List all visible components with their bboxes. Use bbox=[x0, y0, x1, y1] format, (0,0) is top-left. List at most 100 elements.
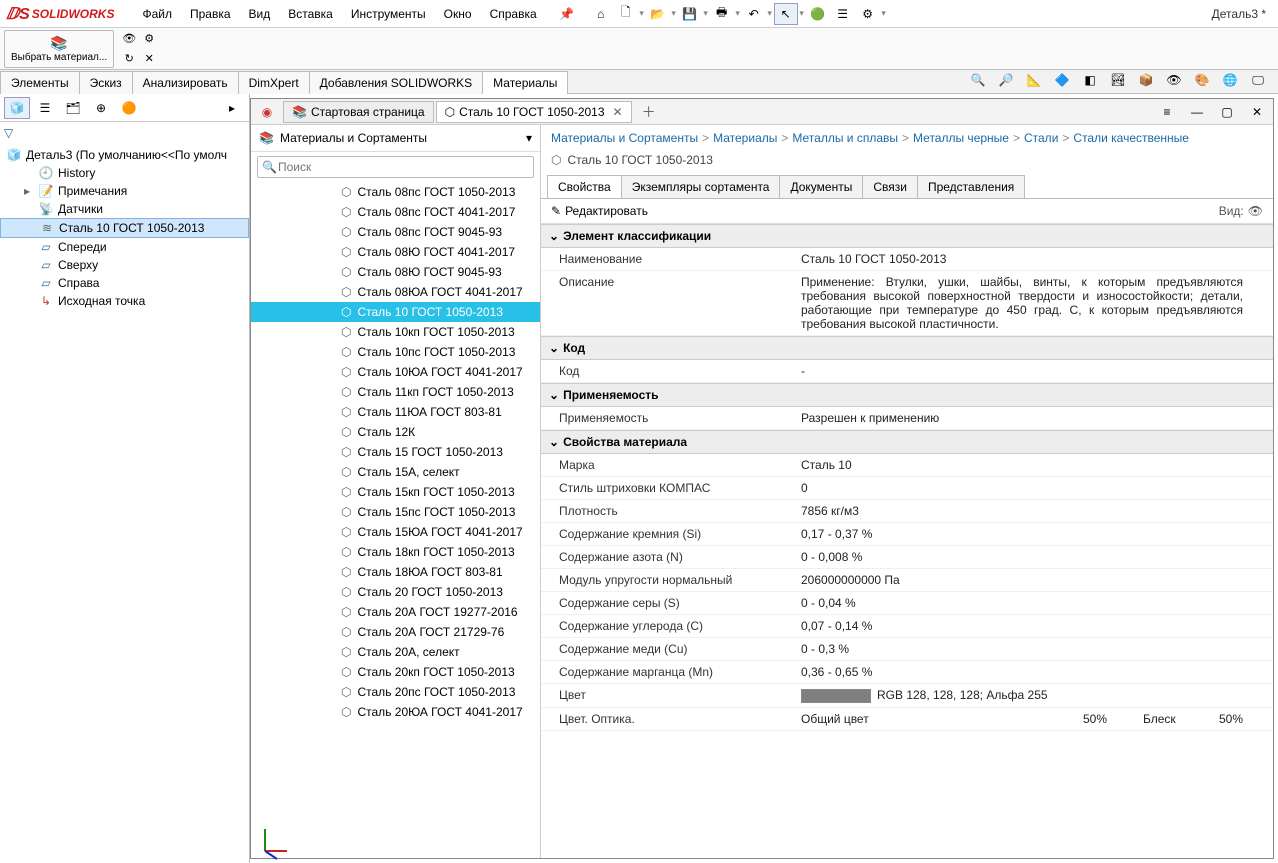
material-list-item[interactable]: ⬡Сталь 20А ГОСТ 21729-76 bbox=[251, 622, 540, 642]
app-icon[interactable]: ◉ bbox=[255, 101, 279, 123]
tab-3[interactable]: DimXpert bbox=[238, 71, 310, 94]
material-list-item[interactable]: ⬡Сталь 08ЮА ГОСТ 4041-2017 bbox=[251, 282, 540, 302]
material-list-item[interactable]: ⬡Сталь 18ЮА ГОСТ 803-81 bbox=[251, 562, 540, 582]
prop-tab[interactable]: Свойства bbox=[547, 175, 622, 198]
group-header[interactable]: ⌄Свойства материала bbox=[541, 430, 1273, 454]
breadcrumb-link[interactable]: Стали качественные bbox=[1073, 131, 1189, 145]
breadcrumb-link[interactable]: Металлы и сплавы bbox=[792, 131, 898, 145]
gear-icon[interactable]: ⚙ bbox=[140, 30, 158, 48]
dimxpert-tab-icon[interactable]: ⊕ bbox=[88, 97, 114, 119]
menu-справка[interactable]: Справка bbox=[482, 3, 545, 25]
edit-button[interactable]: Редактировать bbox=[565, 204, 648, 218]
material-list-item[interactable]: ⬡Сталь 20А, селект bbox=[251, 642, 540, 662]
search-input[interactable] bbox=[257, 156, 534, 178]
config-tab-icon[interactable]: 🗂 bbox=[60, 97, 86, 119]
select-icon[interactable]: ↖ bbox=[774, 3, 798, 25]
material-list-item[interactable]: ⬡Сталь 08пс ГОСТ 1050-2013 bbox=[251, 182, 540, 202]
appearance-icon[interactable]: 🎨 bbox=[1190, 69, 1214, 91]
material-list-item[interactable]: ⬡Сталь 20А ГОСТ 19277-2016 bbox=[251, 602, 540, 622]
material-list-item[interactable]: ⬡Сталь 15кп ГОСТ 1050-2013 bbox=[251, 482, 540, 502]
material-list-item[interactable]: ⬡Сталь 20ЮА ГОСТ 4041-2017 bbox=[251, 702, 540, 722]
maximize-icon[interactable]: ▢ bbox=[1215, 101, 1239, 123]
group-header[interactable]: ⌄Элемент классификации bbox=[541, 224, 1273, 248]
material-list-item[interactable]: ⬡Сталь 20пс ГОСТ 1050-2013 bbox=[251, 682, 540, 702]
material-list-item[interactable]: ⬡Сталь 15пс ГОСТ 1050-2013 bbox=[251, 502, 540, 522]
section-icon[interactable]: ◧ bbox=[1078, 69, 1102, 91]
tab-5[interactable]: Материалы bbox=[482, 71, 568, 94]
new-icon[interactable]: 🗋 bbox=[614, 3, 638, 25]
breadcrumb-link[interactable]: Материалы bbox=[713, 131, 777, 145]
menu-icon[interactable]: ≡ bbox=[1155, 101, 1179, 123]
property-tab-icon[interactable]: ☰ bbox=[32, 97, 58, 119]
add-tab-button[interactable]: ＋ bbox=[634, 99, 664, 125]
settings-icon[interactable]: ⚙ bbox=[856, 3, 880, 25]
scene-icon[interactable]: 🏞 bbox=[1106, 69, 1130, 91]
menu-вид[interactable]: Вид bbox=[241, 3, 279, 25]
select-material-button[interactable]: 📚 Выбрать материал... bbox=[4, 30, 114, 68]
material-list-item[interactable]: ⬡Сталь 10ЮА ГОСТ 4041-2017 bbox=[251, 362, 540, 382]
menu-инструменты[interactable]: Инструменты bbox=[343, 3, 434, 25]
zoom-area-icon[interactable]: 🔎 bbox=[994, 69, 1018, 91]
rebuild-icon[interactable]: 🟢 bbox=[806, 3, 830, 25]
doc-tab[interactable]: ⬡Сталь 10 ГОСТ 1050-2013✕ bbox=[436, 101, 632, 123]
open-icon[interactable]: 📂 bbox=[646, 3, 670, 25]
menu-файл[interactable]: Файл bbox=[134, 3, 180, 25]
pin-icon[interactable]: 📌 bbox=[555, 3, 579, 25]
material-list-item[interactable]: ⬡Сталь 10 ГОСТ 1050-2013 bbox=[251, 302, 540, 322]
material-list-item[interactable]: ⬡Сталь 08пс ГОСТ 4041-2017 bbox=[251, 202, 540, 222]
material-list-item[interactable]: ⬡Сталь 08пс ГОСТ 9045-93 bbox=[251, 222, 540, 242]
tab-2[interactable]: Анализировать bbox=[132, 71, 239, 94]
tree-item[interactable]: ▸📝Примечания bbox=[0, 182, 249, 200]
breadcrumb-link[interactable]: Металлы черные bbox=[913, 131, 1009, 145]
tab-1[interactable]: Эскиз bbox=[79, 71, 133, 94]
tree-item[interactable]: 🕘History bbox=[0, 164, 249, 182]
options-list-icon[interactable]: ☰ bbox=[831, 3, 855, 25]
tree-item[interactable]: 📡Датчики bbox=[0, 200, 249, 218]
appearance-tab-icon[interactable]: 🟠 bbox=[116, 97, 142, 119]
material-list-item[interactable]: ⬡Сталь 10кп ГОСТ 1050-2013 bbox=[251, 322, 540, 342]
screen-icon[interactable]: 🖵 bbox=[1246, 69, 1270, 91]
minimize-icon[interactable]: — bbox=[1185, 101, 1209, 123]
tree-item[interactable]: ▱Сверху bbox=[0, 256, 249, 274]
refresh-icon[interactable]: ↻ bbox=[120, 50, 138, 68]
prop-tab[interactable]: Документы bbox=[779, 175, 863, 198]
material-list-item[interactable]: ⬡Сталь 12К bbox=[251, 422, 540, 442]
prop-tab[interactable]: Представления bbox=[917, 175, 1025, 198]
tree-item[interactable]: ▱Спереди bbox=[0, 238, 249, 256]
save-icon[interactable]: 💾 bbox=[678, 3, 702, 25]
prop-tab[interactable]: Экземпляры сортамента bbox=[621, 175, 781, 198]
material-list-item[interactable]: ⬡Сталь 11кп ГОСТ 1050-2013 bbox=[251, 382, 540, 402]
breadcrumb-link[interactable]: Стали bbox=[1024, 131, 1058, 145]
tab-4[interactable]: Добавления SOLIDWORKS bbox=[309, 71, 484, 94]
tree-root[interactable]: 🧊 Деталь3 (По умолчанию<<По умолч bbox=[0, 146, 249, 164]
render-icon[interactable]: 🌐 bbox=[1218, 69, 1242, 91]
material-list-item[interactable]: ⬡Сталь 15ЮА ГОСТ 4041-2017 bbox=[251, 522, 540, 542]
material-list-item[interactable]: ⬡Сталь 18кп ГОСТ 1050-2013 bbox=[251, 542, 540, 562]
breadcrumb-link[interactable]: Материалы и Сортаменты bbox=[551, 131, 698, 145]
tree-item[interactable]: ≋Сталь 10 ГОСТ 1050-2013 bbox=[0, 218, 249, 238]
dropdown-icon[interactable]: ▾ bbox=[526, 131, 532, 145]
tab-0[interactable]: Элементы bbox=[0, 71, 80, 94]
print-icon[interactable]: 🖶 bbox=[710, 3, 734, 25]
material-list-item[interactable]: ⬡Сталь 15 ГОСТ 1050-2013 bbox=[251, 442, 540, 462]
close-panel-icon[interactable]: ✕ bbox=[1245, 101, 1269, 123]
feature-tree-tab-icon[interactable]: 🧊 bbox=[4, 97, 30, 119]
group-header[interactable]: ⌄Применяемость bbox=[541, 383, 1273, 407]
menu-окно[interactable]: Окно bbox=[436, 3, 480, 25]
home-icon[interactable]: ⌂ bbox=[589, 3, 613, 25]
material-list-item[interactable]: ⬡Сталь 10пс ГОСТ 1050-2013 bbox=[251, 342, 540, 362]
view-box-icon[interactable]: 📦 bbox=[1134, 69, 1158, 91]
eye-icon[interactable]: 👁 bbox=[1248, 204, 1263, 218]
filter-icon[interactable]: ▽ bbox=[4, 126, 13, 140]
visible-icon[interactable]: 👁 bbox=[120, 30, 138, 48]
doc-tab[interactable]: 📚Стартовая страница bbox=[283, 101, 434, 123]
group-header[interactable]: ⌄Код bbox=[541, 336, 1273, 360]
menu-вставка[interactable]: Вставка bbox=[280, 3, 341, 25]
expand-icon[interactable]: ▸ bbox=[219, 97, 245, 119]
zoom-fit-icon[interactable]: 🔍 bbox=[966, 69, 990, 91]
undo-icon[interactable]: ↶ bbox=[742, 3, 766, 25]
material-list-item[interactable]: ⬡Сталь 08Ю ГОСТ 4041-2017 bbox=[251, 242, 540, 262]
material-list-item[interactable]: ⬡Сталь 11ЮА ГОСТ 803-81 bbox=[251, 402, 540, 422]
close-tab-icon[interactable]: ✕ bbox=[613, 105, 623, 119]
tree-item[interactable]: ▱Справа bbox=[0, 274, 249, 292]
